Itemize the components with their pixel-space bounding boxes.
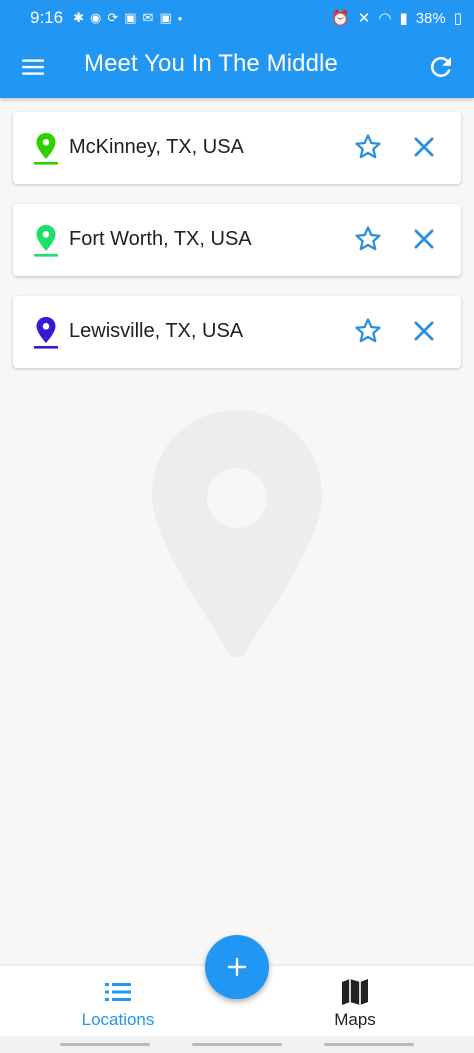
- add-location-button[interactable]: [205, 935, 269, 999]
- location-list: McKinney, TX, USA Fort Worth, TX, USA Le…: [13, 112, 461, 388]
- app-title: Meet You In The Middle: [84, 50, 338, 77]
- menu-button[interactable]: [20, 54, 46, 80]
- battery-icon: ▯: [453, 10, 462, 27]
- refresh-button[interactable]: [426, 52, 456, 82]
- signal-icon: ▮: [399, 10, 408, 27]
- close-icon: [414, 321, 434, 341]
- star-outline-icon: [355, 226, 381, 251]
- refresh-icon: [430, 56, 451, 77]
- location-pin-icon: [34, 225, 58, 257]
- nav-maps[interactable]: Maps: [295, 966, 415, 1036]
- location-card[interactable]: McKinney, TX, USA: [13, 112, 461, 184]
- location-name: McKinney, TX, USA: [69, 136, 244, 158]
- location-name: Fort Worth, TX, USA: [69, 228, 252, 250]
- nav-locations-label: Locations: [81, 1010, 155, 1029]
- gmail-icon: ✉: [142, 10, 154, 25]
- mute-icon: ✕: [357, 10, 371, 27]
- remove-button[interactable]: [409, 316, 439, 346]
- linkedin-icon: ▣: [124, 10, 137, 25]
- dot-icon: •: [177, 10, 183, 26]
- app-bar: Meet You In The Middle: [0, 36, 474, 98]
- slack-icon: ✱: [73, 10, 84, 25]
- nav-locations[interactable]: Locations: [58, 966, 178, 1036]
- sync-icon: ⟳: [107, 10, 119, 25]
- status-left: 9:16 ✱ ◉ ⟳ ▣ ✉ ▣ •: [30, 8, 182, 28]
- gesture-segment-right: [324, 1043, 414, 1046]
- location-name: Lewisville, TX, USA: [69, 320, 244, 342]
- location-card[interactable]: Fort Worth, TX, USA: [13, 204, 461, 276]
- favorite-button[interactable]: [353, 316, 383, 346]
- map-icon: [342, 979, 368, 1005]
- star-outline-icon: [355, 318, 381, 343]
- nav-maps-label: Maps: [334, 1010, 376, 1029]
- favorite-button[interactable]: [353, 224, 383, 254]
- location-pin-icon: [34, 133, 58, 165]
- remove-button[interactable]: [409, 224, 439, 254]
- location-pin-icon: [34, 317, 58, 349]
- gesture-segment-left: [60, 1043, 150, 1046]
- notification-icons: ✱ ◉ ⟳ ▣ ✉ ▣ •: [73, 10, 182, 26]
- linkedin-icon: ▣: [159, 10, 172, 25]
- plus-icon: [227, 957, 247, 977]
- wifi-icon: ◠: [378, 10, 392, 27]
- favorite-button[interactable]: [353, 132, 383, 162]
- alarm-icon: ⏰: [331, 10, 350, 27]
- status-right: ⏰ ✕ ◠ ▮ 38% ▯: [331, 9, 462, 28]
- status-bar: 9:16 ✱ ◉ ⟳ ▣ ✉ ▣ • ⏰ ✕ ◠ ▮ 38% ▯: [0, 0, 474, 36]
- star-outline-icon: [355, 134, 381, 159]
- close-icon: [414, 137, 434, 157]
- gesture-bar: [0, 1036, 474, 1053]
- menu-icon: [22, 59, 44, 75]
- gesture-segment-center[interactable]: [192, 1043, 282, 1046]
- location-card[interactable]: Lewisville, TX, USA: [13, 296, 461, 368]
- remove-button[interactable]: [409, 132, 439, 162]
- status-time: 9:16: [30, 8, 64, 27]
- location-placeholder-icon: [152, 410, 322, 658]
- list-icon: [105, 983, 131, 1001]
- battery-percent: 38%: [415, 9, 446, 27]
- close-icon: [414, 229, 434, 249]
- discord-icon: ◉: [90, 10, 102, 25]
